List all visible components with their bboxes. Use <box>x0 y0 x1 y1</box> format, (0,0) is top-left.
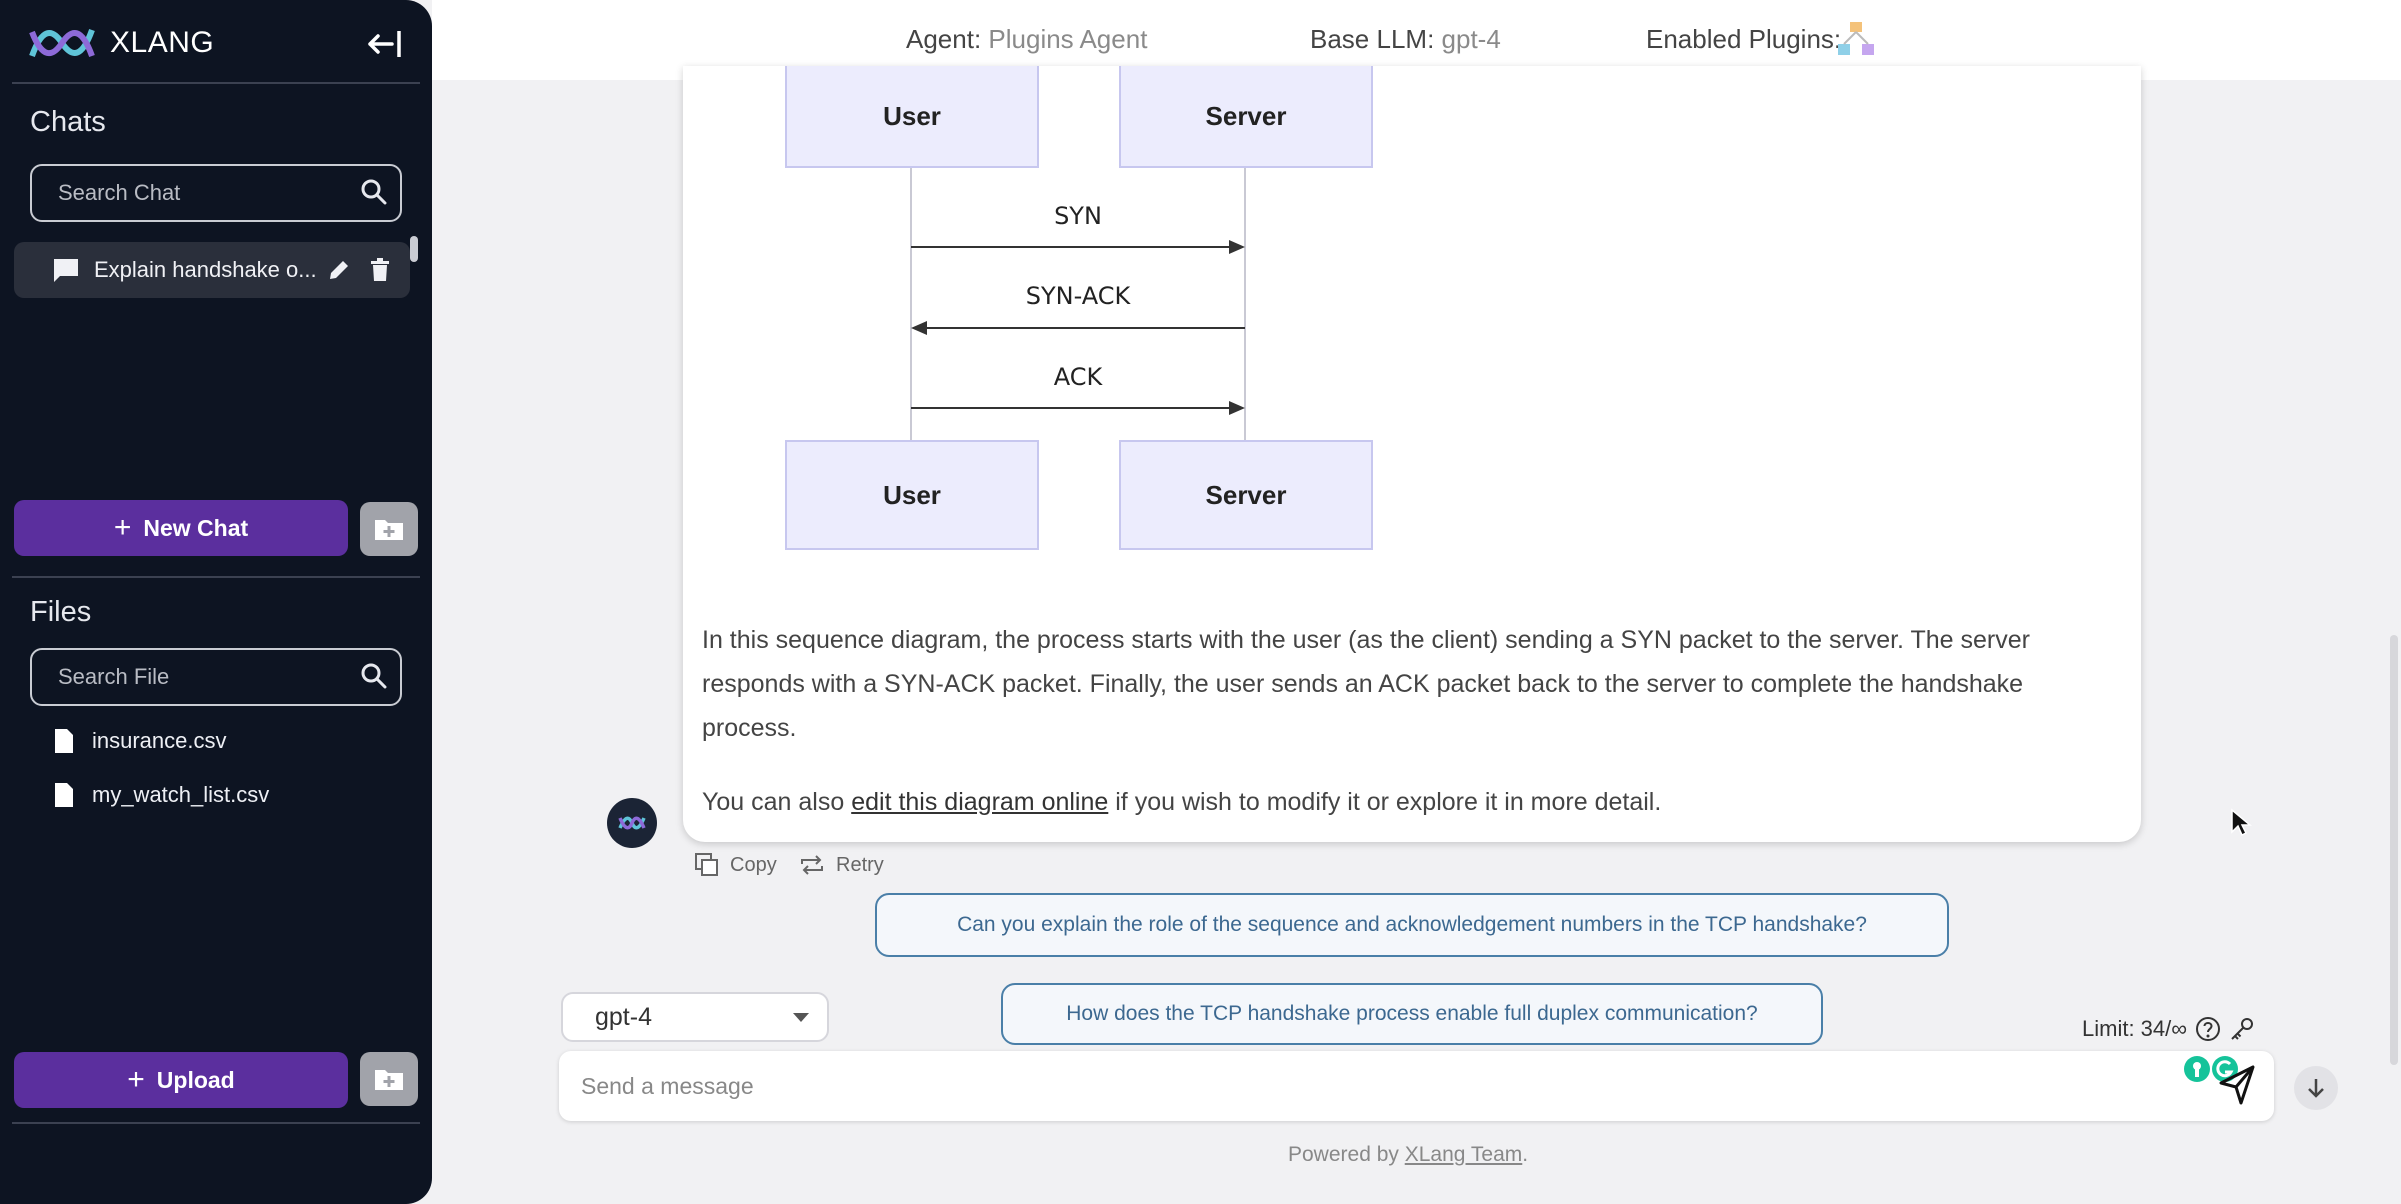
scroll-to-bottom-button[interactable] <box>2294 1066 2338 1110</box>
arrow-down-icon <box>2308 1079 2324 1098</box>
search-chat-field[interactable] <box>30 164 402 222</box>
message-paragraph: In this sequence diagram, the process st… <box>702 626 2030 742</box>
retry-button[interactable]: Retry <box>798 852 884 878</box>
upload-folder-button[interactable] <box>360 1052 418 1106</box>
copy-button[interactable]: Copy <box>694 852 777 878</box>
chat-list-scrollbar[interactable] <box>410 236 418 262</box>
search-icon[interactable] <box>360 178 388 206</box>
llm-label: Base LLM: <box>1310 24 1435 54</box>
syn-ack-arrow <box>911 321 1245 335</box>
search-file-input[interactable] <box>56 663 320 691</box>
plus-icon: + <box>127 1063 145 1096</box>
model-select-value: gpt-4 <box>595 1002 652 1031</box>
chat-item[interactable]: Explain handshake o... <box>14 242 410 298</box>
agent-info: Agent: Plugins Agent <box>906 24 1147 55</box>
syn-label: SYN <box>1054 202 1102 230</box>
model-select[interactable]: gpt-4 <box>561 992 829 1042</box>
new-folder-button[interactable] <box>360 502 418 556</box>
limit-text: Limit: 34/∞ <box>2082 1016 2187 1041</box>
key-icon[interactable] <box>2229 1016 2255 1042</box>
page-scrollbar[interactable] <box>2390 635 2398 1065</box>
chat-bubble-icon <box>54 259 78 282</box>
file-name: my_watch_list.csv <box>92 782 270 807</box>
file-icon <box>55 729 73 753</box>
sidebar: XLANG Chats Explain handshake o... + New… <box>0 0 432 1204</box>
retry-icon <box>801 855 823 875</box>
file-icon <box>55 783 73 807</box>
new-chat-button[interactable]: + New Chat <box>14 500 348 556</box>
upload-label: Upload <box>156 1066 235 1093</box>
brand-name: XLANG <box>110 26 215 59</box>
llm-info: Base LLM: gpt-4 <box>1310 24 1501 55</box>
help-icon[interactable] <box>2195 1016 2221 1042</box>
file-item[interactable]: insurance.csv <box>54 728 227 754</box>
assistant-avatar <box>607 798 657 848</box>
suggested-question[interactable]: Can you explain the role of the sequence… <box>875 893 1949 957</box>
chevron-down-icon <box>793 1013 809 1022</box>
chat-item-label: Explain handshake o... <box>94 257 317 282</box>
xlang-logo-icon <box>29 28 95 58</box>
chats-title: Chats <box>30 106 106 138</box>
message-text: You can also <box>702 788 852 816</box>
edit-icon[interactable] <box>326 257 352 283</box>
ack-label: ACK <box>1054 363 1104 391</box>
message-composer[interactable] <box>559 1051 2274 1121</box>
syn-arrow <box>911 240 1245 254</box>
delete-icon[interactable] <box>368 257 392 283</box>
message-line: You can also edit this diagram online if… <box>702 780 2122 824</box>
agent-label: Agent: <box>906 24 982 54</box>
syn-ack-label: SYN-ACK <box>1026 282 1132 310</box>
footer-prefix: Powered by <box>1288 1143 1405 1166</box>
message-text: if you wish to modify it or explore it i… <box>1108 788 1662 816</box>
plus-icon: + <box>113 511 132 544</box>
divider <box>12 82 420 84</box>
folder-add-icon <box>375 520 403 540</box>
assistant-message-card: SYN SYN-ACK ACK User Server User Server … <box>683 66 2141 842</box>
participant-user-bottom: User <box>785 440 1039 550</box>
search-chat-input[interactable] <box>56 179 320 207</box>
file-item[interactable]: my_watch_list.csv <box>54 782 269 808</box>
xlang-team-link[interactable]: XLang Team <box>1405 1143 1523 1166</box>
llm-value: gpt-4 <box>1441 24 1501 54</box>
new-chat-label: New Chat <box>143 514 249 541</box>
ack-arrow <box>911 401 1245 415</box>
participant-server-bottom: Server <box>1119 440 1373 550</box>
footer-suffix: . <box>1522 1143 1529 1166</box>
copy-label: Copy <box>730 853 777 876</box>
usage-limit: Limit: 34/∞ <box>2082 1016 2255 1042</box>
participant-user-top: User <box>785 66 1039 168</box>
participant-server-top: Server <box>1119 66 1373 168</box>
plugins-label: Enabled Plugins: <box>1646 24 1842 54</box>
message-input[interactable] <box>579 1071 2083 1101</box>
folder-add-icon <box>375 1070 403 1090</box>
files-title: Files <box>30 596 92 628</box>
search-icon[interactable] <box>360 662 388 690</box>
grammarly-icon[interactable] <box>2183 1055 2211 1083</box>
plugins-icon[interactable] <box>1836 20 1876 58</box>
divider <box>12 1122 420 1124</box>
upload-button[interactable]: + Upload <box>14 1052 348 1108</box>
divider <box>12 576 420 578</box>
copy-icon <box>695 853 718 876</box>
edit-diagram-link[interactable]: edit this diagram online <box>851 788 1108 816</box>
send-icon[interactable] <box>2219 1065 2255 1105</box>
retry-label: Retry <box>836 853 884 876</box>
search-file-field[interactable] <box>30 648 402 706</box>
footer-credit: Powered by XLang Team. <box>1288 1143 1528 1167</box>
collapse-sidebar-icon[interactable] <box>364 26 404 62</box>
plugins-info: Enabled Plugins: <box>1646 24 1841 55</box>
suggested-question[interactable]: How does the TCP handshake process enabl… <box>1001 983 1823 1045</box>
file-name: insurance.csv <box>92 728 227 753</box>
mouse-cursor-icon <box>2231 808 2252 837</box>
agent-value: Plugins Agent <box>988 24 1148 54</box>
